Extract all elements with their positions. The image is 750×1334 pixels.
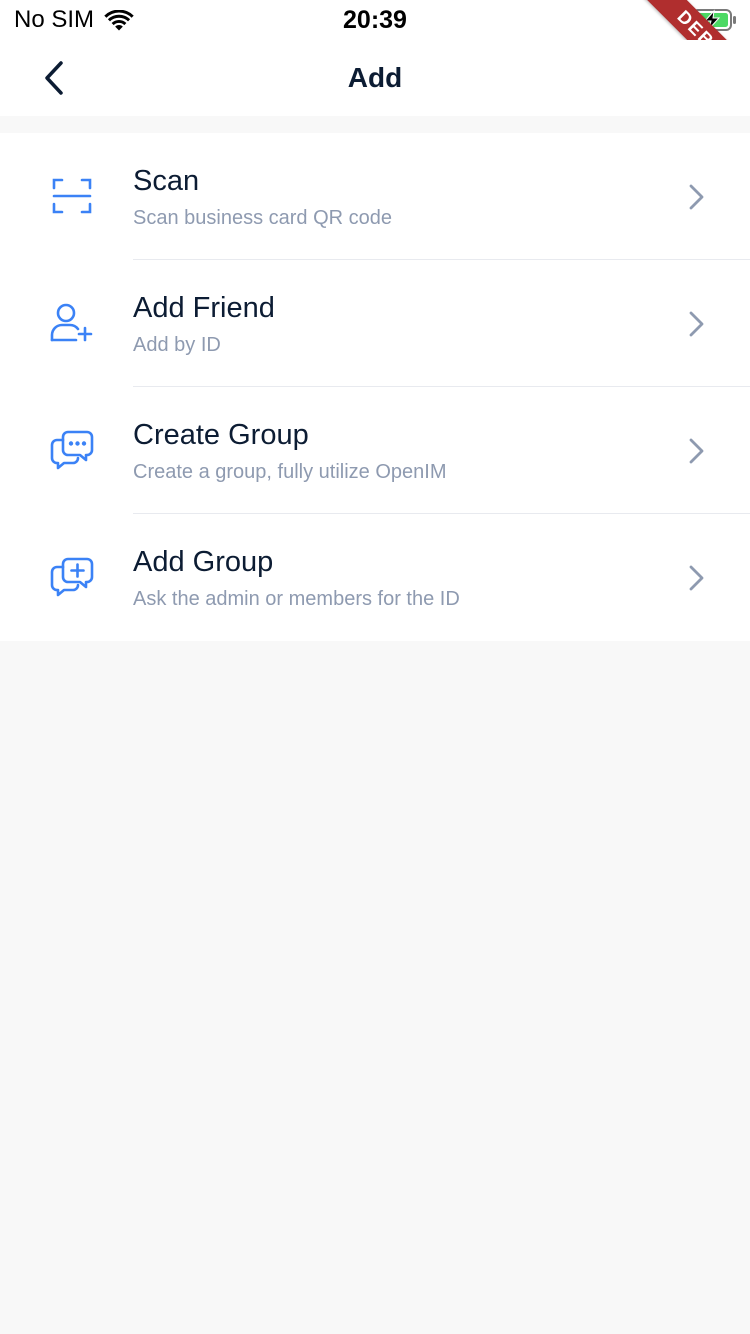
chevron-right-icon [689, 184, 704, 210]
add-user-icon [50, 303, 93, 342]
menu-item-description: Ask the admin or members for the ID [133, 588, 460, 610]
status-bar: No SIM 20:39 DEBUG [0, 0, 750, 125]
menu-item-label: Scan [133, 165, 200, 197]
menu-item-add-group[interactable]: Add Group Ask the admin or members for t… [0, 514, 750, 641]
menu-item-add-friend[interactable]: Add Friend Add by ID [0, 260, 750, 387]
app-bar: Add [0, 40, 750, 116]
chevron-right-icon [689, 311, 704, 337]
chevron-right-icon [689, 565, 704, 591]
chat-add-icon [50, 557, 94, 597]
menu-item-label: Add Friend [133, 292, 275, 324]
scan-icon [52, 178, 92, 214]
menu-item-label: Add Group [133, 546, 274, 578]
menu-item-label: Create Group [133, 419, 309, 451]
group-chat-icon [50, 430, 94, 470]
menu-item-description: Create a group, fully utilize OpenIM [133, 461, 447, 483]
chevron-right-icon [689, 438, 704, 464]
menu-item-scan[interactable]: Scan Scan business card QR code [0, 133, 750, 260]
menu-item-description: Scan business card QR code [133, 207, 393, 229]
page-title: Add [347, 62, 403, 93]
menu-item-description: Add by ID [133, 334, 221, 356]
status-time: 20:39 [343, 6, 407, 34]
menu-item-create-group[interactable]: Create Group Create a group, fully utili… [0, 387, 750, 514]
menu-list: Scan Scan business card QR code Add Frie… [0, 133, 750, 641]
